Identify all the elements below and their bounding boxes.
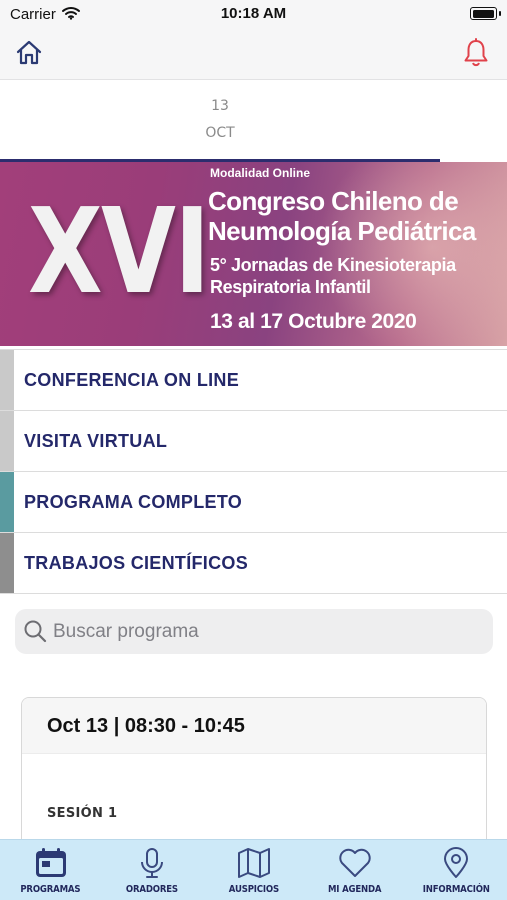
session-card-header: Oct 13 | 08:30 - 10:45 — [22, 698, 486, 754]
search-bar — [15, 609, 493, 654]
top-navigation-bar — [0, 28, 507, 80]
session-datetime: Oct 13 | 08:30 - 10:45 — [47, 715, 245, 737]
menu-item-trabajos-cientificos[interactable]: TRABAJOS CIENTÍFICOS — [0, 533, 507, 594]
session-card[interactable]: Oct 13 | 08:30 - 10:45 SESIÓN 1 — [21, 697, 487, 857]
menu-item-label: PROGRAMA COMPLETO — [24, 492, 243, 512]
tab-oradores[interactable]: ORADORES — [101, 840, 202, 900]
battery-icon — [470, 7, 501, 20]
menu-item-accent — [0, 472, 14, 532]
menu-item-accent — [0, 533, 14, 593]
tab-label: MI AGENDA — [328, 884, 382, 895]
map-icon — [237, 846, 271, 880]
menu-item-visita-virtual[interactable]: VISITA VIRTUAL — [0, 411, 507, 472]
menu-item-conferencia[interactable]: CONFERENCIA ON LINE — [0, 350, 507, 411]
banner-roman-numeral: XVI — [28, 182, 210, 320]
microphone-icon — [137, 846, 167, 880]
location-pin-icon — [442, 846, 470, 880]
home-icon — [16, 40, 42, 65]
search-input[interactable] — [53, 609, 483, 654]
bottom-tab-bar: PROGRAMAS ORADORES AUSPICIOS MI AGENDA I… — [0, 839, 507, 900]
date-selector: 13 OCT — [0, 80, 507, 162]
banner-subtitle-line1: 5° Jornadas de Kinesioterapia — [210, 255, 456, 275]
tab-informacion[interactable]: INFORMACIÓN — [406, 840, 507, 900]
status-bar: Carrier 10:18 AM — [0, 0, 507, 28]
menu-item-label: TRABAJOS CIENTÍFICOS — [24, 553, 249, 573]
heart-icon — [338, 846, 372, 880]
tab-label: PROGRAMAS — [20, 884, 81, 895]
search-icon — [23, 619, 47, 648]
tab-label: AUSPICIOS — [228, 884, 279, 895]
tab-programas[interactable]: PROGRAMAS — [0, 840, 101, 900]
session-label: SESIÓN 1 — [47, 806, 118, 821]
calendar-icon — [34, 846, 68, 880]
home-button[interactable] — [12, 36, 46, 70]
banner-title-line1: Congreso Chileno de — [208, 186, 459, 216]
tab-mi-agenda[interactable]: MI AGENDA — [304, 840, 405, 900]
menu-item-label: VISITA VIRTUAL — [24, 431, 168, 451]
tab-auspicios[interactable]: AUSPICIOS — [203, 840, 304, 900]
banner-subtitle-line2: Respiratoria Infantil — [210, 277, 371, 297]
menu-item-label: CONFERENCIA ON LINE — [24, 370, 240, 390]
banner-modality: Modalidad Online — [210, 166, 311, 180]
main-menu: CONFERENCIA ON LINE VISITA VIRTUAL PROGR… — [0, 349, 507, 594]
date-day: 13 — [211, 98, 229, 114]
notifications-button[interactable] — [459, 36, 493, 70]
tab-label: INFORMACIÓN — [422, 884, 490, 895]
menu-item-programa-completo[interactable]: PROGRAMA COMPLETO — [0, 472, 507, 533]
banner-title-line2: Neumología Pediátrica — [208, 216, 476, 246]
tab-label: ORADORES — [126, 884, 179, 895]
banner-dates: 13 al 17 Octubre 2020 — [210, 310, 417, 333]
date-month: OCT — [205, 125, 235, 141]
event-banner: XVI Modalidad Online Congreso Chileno de… — [0, 162, 507, 346]
menu-item-accent — [0, 350, 14, 410]
menu-item-accent — [0, 411, 14, 471]
bell-icon — [464, 38, 488, 67]
clock: 10:18 AM — [220, 5, 287, 22]
